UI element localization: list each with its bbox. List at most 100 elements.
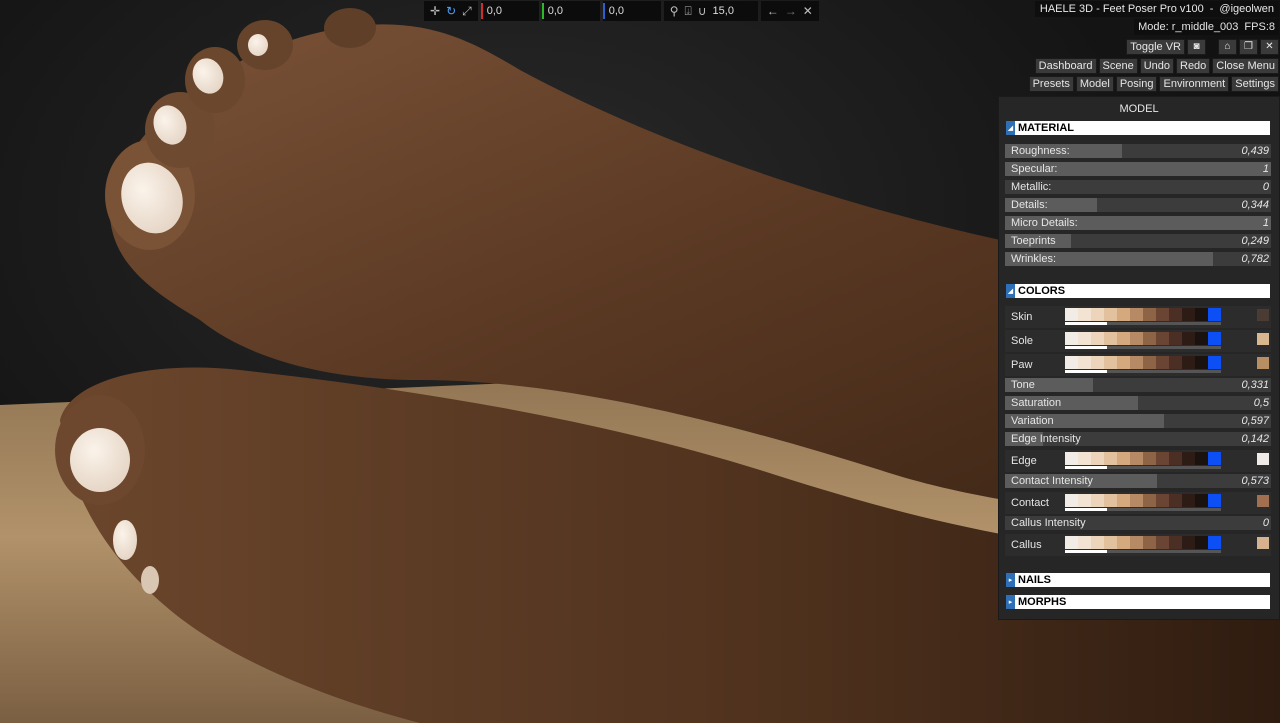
arrow-left-icon[interactable]: ← bbox=[767, 5, 779, 17]
z-value-field[interactable]: 0,0 bbox=[602, 1, 661, 21]
palette-swatch[interactable] bbox=[1117, 536, 1130, 549]
undo-button[interactable]: Undo bbox=[1139, 58, 1174, 74]
color-slider[interactable]: Variation 0,597 bbox=[1005, 414, 1271, 428]
home-icon[interactable]: ⌂ bbox=[1218, 39, 1237, 55]
palette-swatch[interactable] bbox=[1195, 494, 1208, 507]
palette-swatch[interactable] bbox=[1169, 356, 1182, 369]
slider-value[interactable]: 0,573 bbox=[1241, 475, 1269, 487]
color-slider[interactable]: Callus Intensity 0 bbox=[1005, 516, 1271, 530]
color-slider[interactable]: Tone 0,331 bbox=[1005, 378, 1271, 392]
palette-swatch[interactable] bbox=[1104, 452, 1117, 465]
palette-swatch[interactable] bbox=[1091, 452, 1104, 465]
palette-swatch[interactable] bbox=[1117, 356, 1130, 369]
palette-swatch[interactable] bbox=[1117, 452, 1130, 465]
palette-swatch[interactable] bbox=[1182, 308, 1195, 321]
palette-swatch[interactable] bbox=[1156, 536, 1169, 549]
material-slider[interactable]: Toeprints 0,249 bbox=[1005, 234, 1271, 248]
palette-swatch[interactable] bbox=[1208, 308, 1221, 321]
scale-icon[interactable]: ⤢ bbox=[462, 5, 472, 17]
color-palette[interactable] bbox=[1065, 356, 1221, 369]
slider-value[interactable]: 0,597 bbox=[1241, 415, 1269, 427]
palette-swatch[interactable] bbox=[1143, 494, 1156, 507]
palette-swatch[interactable] bbox=[1104, 356, 1117, 369]
palette-swatch[interactable] bbox=[1182, 536, 1195, 549]
dashboard-button[interactable]: Dashboard bbox=[1034, 58, 1097, 74]
palette-swatch[interactable] bbox=[1078, 536, 1091, 549]
snap-value[interactable]: 15,0 bbox=[713, 5, 734, 17]
section-morphs[interactable]: ▸ MORPHS bbox=[1006, 595, 1270, 609]
expanded-icon[interactable]: ◢ bbox=[1006, 284, 1015, 298]
palette-swatch[interactable] bbox=[1117, 308, 1130, 321]
palette-swatch[interactable] bbox=[1208, 536, 1221, 549]
palette-swatch[interactable] bbox=[1065, 536, 1078, 549]
palette-swatch[interactable] bbox=[1065, 356, 1078, 369]
current-color-swatch[interactable] bbox=[1257, 495, 1269, 507]
magnet-icon[interactable]: ∪ bbox=[698, 5, 707, 17]
collapsed-icon[interactable]: ▸ bbox=[1006, 595, 1015, 609]
color-slider[interactable]: Edge Intensity 0,142 bbox=[1005, 432, 1271, 446]
collapsed-icon[interactable]: ▸ bbox=[1006, 573, 1015, 587]
palette-swatch[interactable] bbox=[1091, 308, 1104, 321]
toggle-vr-button[interactable]: Toggle VR bbox=[1126, 39, 1185, 55]
tab-model[interactable]: Model bbox=[1075, 76, 1114, 92]
slider-value[interactable]: 0 bbox=[1263, 517, 1269, 529]
palette-swatch[interactable] bbox=[1169, 536, 1182, 549]
palette-swatch[interactable] bbox=[1065, 494, 1078, 507]
palette-swatch[interactable] bbox=[1091, 536, 1104, 549]
current-color-swatch[interactable] bbox=[1257, 453, 1269, 465]
palette-swatch[interactable] bbox=[1104, 536, 1117, 549]
expanded-icon[interactable]: ◢ bbox=[1006, 121, 1015, 135]
material-slider[interactable]: Details: 0,344 bbox=[1005, 198, 1271, 212]
palette-slider[interactable] bbox=[1065, 550, 1221, 553]
palette-swatch[interactable] bbox=[1130, 356, 1143, 369]
palette-swatch[interactable] bbox=[1078, 452, 1091, 465]
palette-slider[interactable] bbox=[1065, 346, 1221, 349]
camera-icon[interactable]: ◙ bbox=[1187, 39, 1206, 55]
palette-slider[interactable] bbox=[1065, 370, 1221, 373]
color-palette[interactable] bbox=[1065, 332, 1221, 345]
palette-swatch[interactable] bbox=[1156, 308, 1169, 321]
palette-swatch[interactable] bbox=[1130, 494, 1143, 507]
palette-swatch[interactable] bbox=[1078, 308, 1091, 321]
palette-swatch[interactable] bbox=[1182, 332, 1195, 345]
palette-slider[interactable] bbox=[1065, 322, 1221, 325]
slider-value[interactable]: 0,5 bbox=[1254, 397, 1269, 409]
current-color-swatch[interactable] bbox=[1257, 357, 1269, 369]
tab-environment[interactable]: Environment bbox=[1159, 76, 1230, 92]
current-color-swatch[interactable] bbox=[1257, 333, 1269, 345]
rotate-icon[interactable]: ↻ bbox=[446, 5, 456, 17]
palette-swatch[interactable] bbox=[1169, 332, 1182, 345]
palette-swatch[interactable] bbox=[1104, 494, 1117, 507]
tab-posing[interactable]: Posing bbox=[1115, 76, 1158, 92]
palette-swatch[interactable] bbox=[1078, 356, 1091, 369]
close-icon[interactable]: ✕ bbox=[803, 5, 813, 17]
material-slider[interactable]: Micro Details: 1 bbox=[1005, 216, 1271, 230]
palette-swatch[interactable] bbox=[1130, 536, 1143, 549]
slider-value[interactable]: 0,782 bbox=[1241, 253, 1269, 265]
tab-presets[interactable]: Presets bbox=[1028, 76, 1074, 92]
color-palette[interactable] bbox=[1065, 452, 1221, 465]
material-slider[interactable]: Wrinkles: 0,782 bbox=[1005, 252, 1271, 266]
material-slider[interactable]: Specular: 1 bbox=[1005, 162, 1271, 176]
palette-swatch[interactable] bbox=[1182, 356, 1195, 369]
palette-swatch[interactable] bbox=[1208, 494, 1221, 507]
palette-swatch[interactable] bbox=[1104, 308, 1117, 321]
current-color-swatch[interactable] bbox=[1257, 537, 1269, 549]
color-palette[interactable] bbox=[1065, 308, 1221, 321]
palette-swatch[interactable] bbox=[1156, 356, 1169, 369]
palette-swatch[interactable] bbox=[1130, 308, 1143, 321]
palette-swatch[interactable] bbox=[1143, 308, 1156, 321]
palette-swatch[interactable] bbox=[1130, 332, 1143, 345]
palette-swatch[interactable] bbox=[1143, 356, 1156, 369]
move-icon[interactable]: ✛ bbox=[430, 5, 440, 17]
palette-swatch[interactable] bbox=[1195, 536, 1208, 549]
slider-value[interactable]: 0,344 bbox=[1241, 199, 1269, 211]
slider-value[interactable]: 0,142 bbox=[1241, 433, 1269, 445]
color-palette[interactable] bbox=[1065, 536, 1221, 549]
material-slider[interactable]: Metallic: 0 bbox=[1005, 180, 1271, 194]
snap-surface-icon[interactable]: ⍗ bbox=[685, 5, 692, 17]
scene-button[interactable]: Scene bbox=[1098, 58, 1138, 74]
palette-swatch[interactable] bbox=[1078, 494, 1091, 507]
y-value-field[interactable]: 0,0 bbox=[541, 1, 600, 21]
palette-swatch[interactable] bbox=[1143, 452, 1156, 465]
